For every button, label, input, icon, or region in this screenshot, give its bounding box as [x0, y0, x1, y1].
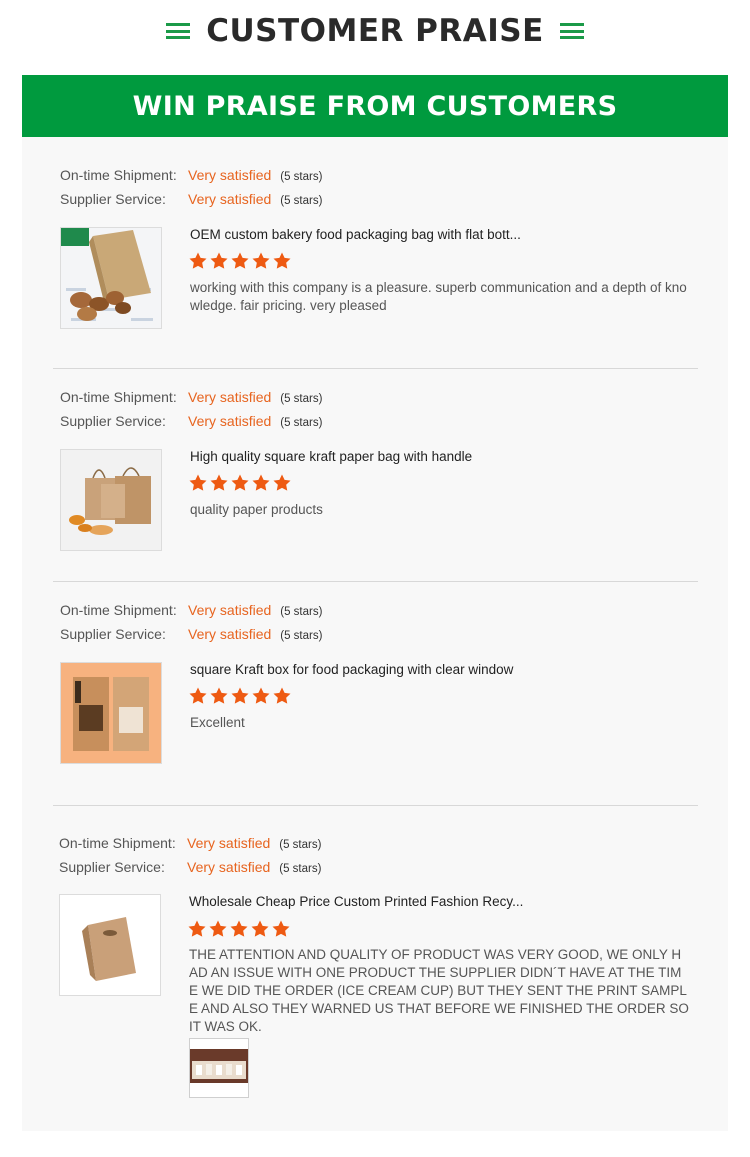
service-label: Supplier Service: [60, 413, 166, 429]
service-stars-count: (5 stars) [280, 195, 323, 207]
service-label: Supplier Service: [59, 859, 165, 875]
shipment-stars-count: (5 stars) [279, 839, 322, 851]
product-image[interactable] [60, 662, 162, 764]
star-icon [231, 474, 249, 491]
star-icon [188, 920, 206, 937]
service-rating-row: Supplier Service: Very satisfied (5 star… [60, 413, 322, 429]
service-label: Supplier Service: [60, 191, 166, 207]
divider [53, 368, 698, 369]
review-stars [188, 251, 292, 271]
service-stars-count: (5 stars) [280, 417, 323, 429]
shipment-rating: Very satisfied [187, 835, 271, 851]
shipment-label: On-time Shipment: [60, 389, 177, 405]
menu-icon [559, 22, 584, 40]
star-icon [252, 687, 270, 704]
star-icon [230, 920, 248, 937]
product-image[interactable] [59, 894, 161, 996]
review-stars [188, 686, 292, 706]
star-icon [231, 687, 249, 704]
product-title[interactable]: High quality square kraft paper bag with… [190, 449, 472, 464]
service-rating: Very satisfied [188, 413, 272, 429]
shipment-rating: Very satisfied [188, 602, 272, 618]
banner-title: WIN PRAISE FROM CUSTOMERS [132, 90, 618, 122]
product-title[interactable]: OEM custom bakery food packaging bag wit… [190, 227, 521, 242]
star-icon [189, 687, 207, 704]
service-rating: Very satisfied [188, 626, 272, 642]
shipment-rating: Very satisfied [188, 167, 272, 183]
shipment-label: On-time Shipment: [59, 835, 176, 851]
shipment-rating: Very satisfied [188, 389, 272, 405]
star-icon [189, 474, 207, 491]
star-icon [209, 920, 227, 937]
shipment-rating-row: On-time Shipment: Very satisfied (5 star… [60, 602, 322, 618]
star-icon [273, 687, 291, 704]
star-icon [273, 252, 291, 269]
shipment-stars-count: (5 stars) [280, 393, 323, 405]
review-comment: working with this company is a pleasure.… [190, 280, 687, 313]
star-icon [252, 474, 270, 491]
review-comment: Excellent [190, 715, 245, 730]
review-photo[interactable] [189, 1038, 249, 1098]
star-icon [273, 474, 291, 491]
shipment-rating-row: On-time Shipment: Very satisfied (5 star… [60, 167, 322, 183]
shipment-rating-row: On-time Shipment: Very satisfied (5 star… [59, 835, 321, 851]
shipment-rating-row: On-time Shipment: Very satisfied (5 star… [60, 389, 322, 405]
review-stars [187, 919, 291, 939]
praise-banner: WIN PRAISE FROM CUSTOMERS [22, 75, 728, 137]
service-rating-row: Supplier Service: Very satisfied (5 star… [60, 626, 322, 642]
product-title[interactable]: square Kraft box for food packaging with… [190, 662, 513, 677]
star-icon [210, 474, 228, 491]
divider [53, 581, 698, 582]
shipment-stars-count: (5 stars) [280, 606, 323, 618]
star-icon [251, 920, 269, 937]
star-icon [210, 252, 228, 269]
review-comment: quality paper products [190, 502, 323, 517]
divider [53, 805, 698, 806]
star-icon [252, 252, 270, 269]
service-stars-count: (5 stars) [279, 863, 322, 875]
service-rating-row: Supplier Service: Very satisfied (5 star… [59, 859, 321, 875]
star-icon [210, 687, 228, 704]
service-rating: Very satisfied [188, 191, 272, 207]
service-stars-count: (5 stars) [280, 630, 323, 642]
shipment-stars-count: (5 stars) [280, 171, 323, 183]
product-image[interactable] [60, 227, 162, 329]
page-header: CUSTOMER PRAISE [0, 0, 750, 62]
service-rating-row: Supplier Service: Very satisfied (5 star… [60, 191, 322, 207]
menu-icon [166, 22, 191, 40]
star-icon [189, 252, 207, 269]
review-stars [188, 473, 292, 493]
product-image[interactable] [60, 449, 162, 551]
star-icon [272, 920, 290, 937]
page-title: CUSTOMER PRAISE [206, 13, 544, 49]
product-title[interactable]: Wholesale Cheap Price Custom Printed Fas… [189, 894, 523, 909]
reviews-panel: On-time Shipment: Very satisfied (5 star… [22, 137, 728, 1131]
shipment-label: On-time Shipment: [60, 602, 177, 618]
service-rating: Very satisfied [187, 859, 271, 875]
service-label: Supplier Service: [60, 626, 166, 642]
shipment-label: On-time Shipment: [60, 167, 177, 183]
star-icon [231, 252, 249, 269]
review-comment: THE ATTENTION AND QUALITY OF PRODUCT WAS… [189, 947, 689, 1034]
